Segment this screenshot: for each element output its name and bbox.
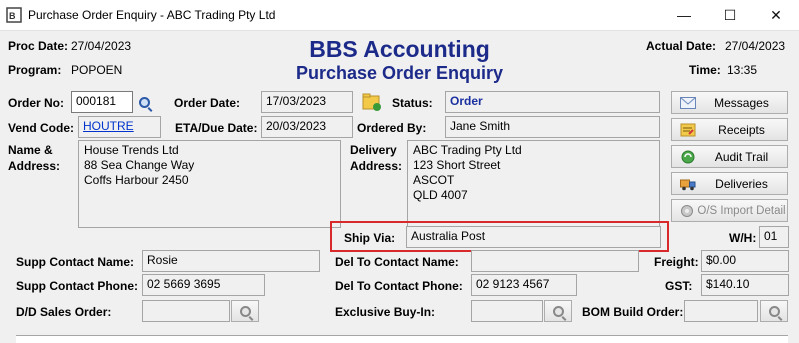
vend-code-link[interactable]: HOUTRE	[78, 116, 161, 138]
order-date-field: 17/03/2023	[261, 91, 353, 113]
dd-sales-order-label: D/D Sales Order:	[16, 305, 112, 319]
bom-build-order-field	[684, 300, 758, 322]
truck-icon	[680, 179, 696, 190]
svg-text:B: B	[9, 11, 16, 21]
folder-note-icon	[362, 93, 381, 111]
recycle-icon	[681, 150, 695, 163]
delivery-line: QLD 4007	[413, 188, 468, 202]
exclusive-buyin-field	[471, 300, 543, 322]
time-value: 13:35	[727, 63, 758, 77]
name-address-label-1: Name &	[8, 143, 53, 157]
address-line: Coffs Harbour 2450	[84, 173, 189, 187]
time-label: Time:	[689, 63, 721, 77]
import-icon	[681, 204, 693, 217]
del-contact-phone-field: 02 9123 4567	[471, 274, 577, 296]
order-no-input[interactable]: 000181	[71, 91, 133, 113]
supp-contact-phone-label: Supp Contact Phone:	[16, 279, 138, 293]
name-address-label-2: Address:	[8, 159, 61, 173]
gst-field: $140.10	[701, 274, 789, 296]
bom-build-order-lookup-button[interactable]	[760, 300, 788, 322]
ordered-by-label: Ordered By:	[357, 121, 427, 135]
ordered-by-field: Jane Smith	[445, 116, 660, 138]
status-label: Status:	[392, 96, 433, 110]
dd-sales-order-field	[142, 300, 230, 322]
os-import-detail-button[interactable]: O/S Import Detail	[671, 199, 788, 222]
ship-via-label: Ship Via:	[344, 231, 396, 245]
deliveries-button-label: Deliveries	[715, 176, 768, 191]
receipt-icon	[680, 123, 696, 136]
order-date-label: Order Date:	[174, 96, 241, 110]
del-contact-name-field	[471, 250, 639, 272]
window-title: Purchase Order Enquiry - ABC Trading Pty…	[28, 8, 276, 22]
search-icon	[552, 305, 564, 317]
audit-trail-button-label: Audit Trail	[714, 149, 769, 164]
search-icon	[239, 305, 251, 317]
search-icon	[768, 305, 780, 317]
maximize-button[interactable]: ☐	[707, 0, 753, 30]
gst-label: GST:	[665, 279, 693, 293]
title-bar: B Purchase Order Enquiry - ABC Trading P…	[0, 0, 799, 31]
exclusive-buyin-lookup-button[interactable]	[544, 300, 572, 322]
audit-trail-button[interactable]: Audit Trail	[671, 145, 788, 168]
bom-build-order-label: BOM Build Order:	[582, 305, 684, 319]
freight-field: $0.00	[701, 250, 789, 272]
app-icon: B	[6, 7, 22, 23]
delivery-line: ABC Trading Pty Ltd	[413, 143, 522, 157]
order-search-button[interactable]	[134, 92, 154, 112]
minimize-button[interactable]: —	[661, 0, 707, 30]
supp-contact-phone-field: 02 5669 3695	[142, 274, 265, 296]
wh-label: W/H:	[729, 231, 757, 245]
address-line: 88 Sea Change Way	[84, 158, 195, 172]
supplier-address: House Trends Ltd 88 Sea Change Way Coffs…	[78, 140, 341, 228]
dd-sales-order-lookup-button[interactable]	[231, 300, 259, 322]
close-button[interactable]: ✕	[753, 0, 799, 30]
delivery-line: ASCOT	[413, 173, 455, 187]
supp-contact-name-label: Supp Contact Name:	[16, 255, 135, 269]
status-field: Order	[445, 91, 660, 113]
delivery-label-1: Delivery	[350, 143, 397, 157]
del-contact-name-label: Del To Contact Name:	[335, 255, 459, 269]
actual-date-label: Actual Date:	[646, 39, 717, 53]
del-contact-phone-label: Del To Contact Phone:	[335, 279, 463, 293]
actual-date-value: 27/04/2023	[725, 39, 786, 53]
freight-label: Freight:	[654, 255, 699, 269]
order-no-label: Order No:	[8, 96, 65, 110]
delivery-address: ABC Trading Pty Ltd 123 Short Street ASC…	[407, 140, 660, 228]
delivery-label-2: Address:	[350, 159, 403, 173]
exclusive-buyin-label: Exclusive Buy-In:	[335, 305, 436, 319]
eta-label: ETA/Due Date:	[175, 121, 258, 135]
envelope-icon	[680, 96, 696, 109]
address-line: House Trends Ltd	[84, 143, 179, 157]
supp-contact-name-field: Rosie	[142, 250, 320, 272]
receipts-button[interactable]: Receipts	[671, 118, 788, 141]
eta-field: 20/03/2023	[261, 116, 353, 138]
deliveries-button[interactable]: Deliveries	[671, 172, 788, 195]
order-notes-button[interactable]	[361, 91, 383, 113]
page-title: Purchase Order Enquiry	[295, 63, 504, 83]
receipts-button-label: Receipts	[718, 122, 765, 137]
search-icon	[138, 96, 150, 108]
messages-button-label: Messages	[714, 95, 769, 110]
delivery-line: 123 Short Street	[413, 158, 501, 172]
vend-code-label: Vend Code:	[8, 121, 75, 135]
messages-button[interactable]: Messages	[671, 91, 788, 114]
wh-field: 01	[759, 226, 789, 248]
os-import-detail-button-label: O/S Import Detail	[697, 204, 786, 217]
ship-via-field: Australia Post	[406, 226, 661, 248]
